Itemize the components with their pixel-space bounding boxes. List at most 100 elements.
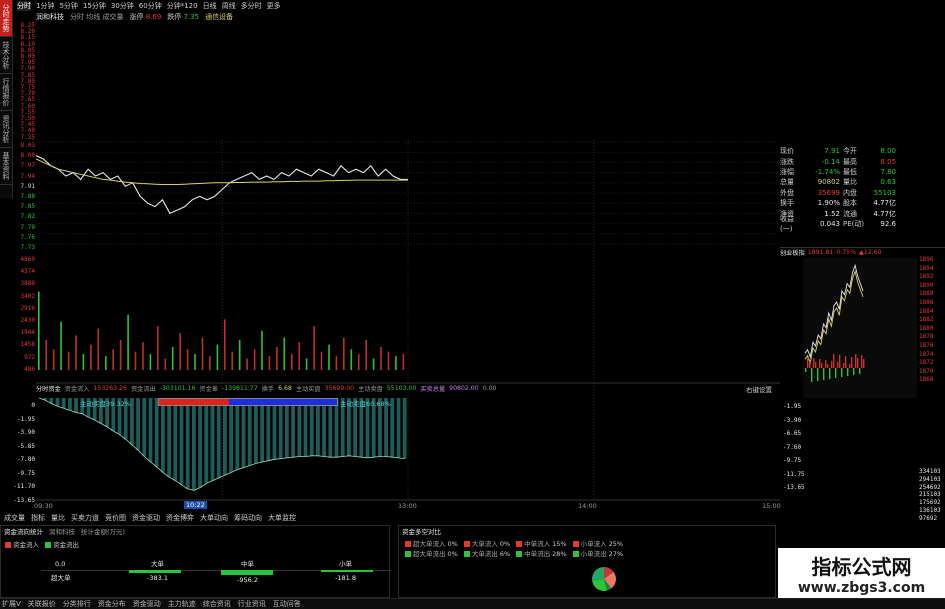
- tab-daily[interactable]: 日线: [203, 1, 217, 11]
- flow-diff-value: -139811.77: [221, 385, 258, 392]
- tab-60min[interactable]: 60分钟: [139, 1, 162, 11]
- flow-bar: [167, 398, 171, 478]
- footer-tab[interactable]: 扩展V: [2, 599, 21, 609]
- tab-15min[interactable]: 15分钟: [83, 1, 106, 11]
- indicator-tab[interactable]: 买卖力道: [71, 513, 99, 523]
- flow-out-value: -303101.16: [159, 385, 196, 392]
- tab-5min[interactable]: 5分钟: [59, 1, 77, 11]
- quote-key-2: 股本: [843, 199, 857, 208]
- bar-medium: [221, 570, 273, 575]
- indicator-tab[interactable]: 资金驱动: [132, 513, 160, 523]
- legend-swatch: [516, 541, 523, 547]
- group-large: 大单: [151, 560, 164, 568]
- axis-tick-label: 7.97: [20, 162, 35, 170]
- total-volume-label: 买卖总量: [420, 386, 446, 393]
- index-volume-bar: [837, 362, 839, 368]
- index-volume-bar: [819, 359, 821, 368]
- footer-tabs: 扩展V 关联报价 分类排行 资金分布 资金驱动 主力轨迹 综合资讯 行业资讯 互动问答: [0, 598, 945, 609]
- side-tab-technical[interactable]: 技术分析: [0, 37, 12, 74]
- footer-tab[interactable]: 资金驱动: [133, 599, 161, 609]
- side-tab-intraday[interactable]: 分时走势: [0, 0, 12, 37]
- axis-tick-label: 7.85: [20, 203, 35, 211]
- index-volume-bar: [813, 358, 815, 368]
- axis-tick-label: -7.60: [783, 443, 802, 451]
- flow-bar: [216, 398, 221, 478]
- footer-tab[interactable]: 行业资讯: [238, 599, 266, 609]
- legend-outflow: 资金流出: [45, 539, 79, 549]
- limit-down-value: 7.35: [183, 13, 200, 21]
- footer-tab[interactable]: 关联报价: [28, 599, 56, 609]
- flow-in-value: 153263.26: [93, 385, 127, 392]
- right-click-settings[interactable]: 右键设置: [746, 384, 772, 394]
- flow-stats-title: 资金流向统计: [4, 527, 43, 536]
- axis-tick-label: 972: [24, 353, 35, 361]
- side-tab-news[interactable]: 资讯分析: [0, 111, 12, 148]
- quote-value-2: 55103: [873, 188, 896, 197]
- flow-bar: [204, 398, 209, 484]
- indicator-tab[interactable]: 筹码动向: [234, 513, 262, 523]
- volume-bar: [149, 353, 152, 370]
- volume-bar: [395, 356, 397, 370]
- group-super-large: 超大单: [51, 574, 71, 582]
- tab-multi-intraday[interactable]: 多分时: [241, 1, 262, 11]
- index-volume-bar: [821, 363, 823, 368]
- tab-120min[interactable]: 分钟*120: [167, 1, 198, 11]
- legend-item: 中单流出 28%: [516, 548, 567, 558]
- footer-tab[interactable]: 综合资讯: [203, 599, 231, 609]
- active-buy-value: 35699.00: [324, 385, 355, 392]
- axis-tick-label: -11.70: [13, 483, 35, 490]
- left-side-tabs: 分时走势 技术分析 行情报价 资讯分析 基本资料: [0, 0, 13, 198]
- quote-key: 换手: [780, 199, 794, 208]
- flow-diff-label: 资金差: [199, 386, 218, 393]
- flow-stats-stock[interactable]: 润和科技: [49, 526, 75, 536]
- axis-tick-label: 8.00: [20, 152, 35, 160]
- quote-value-2: 7.80: [880, 167, 896, 176]
- side-tab-fundamentals[interactable]: 基本资料: [0, 148, 12, 185]
- volume-bar: [82, 353, 85, 370]
- indicator-tab[interactable]: 量比: [51, 513, 65, 523]
- axis-tick-label: -3.90: [783, 416, 802, 424]
- tab-1min[interactable]: 1分钟: [36, 1, 54, 11]
- footer-tab[interactable]: 分类排行: [63, 599, 91, 609]
- flow-stats-unit[interactable]: 统计金额(万元): [81, 526, 125, 536]
- volume-bar: [291, 353, 293, 370]
- pie-slice: [591, 567, 604, 581]
- tab-intraday[interactable]: 分时: [17, 1, 31, 11]
- volume-bar: [157, 326, 159, 370]
- indicator-tab[interactable]: 大单动向: [200, 513, 228, 523]
- footer-tab[interactable]: 资金分布: [98, 599, 126, 609]
- quote-key-2: 最低: [843, 167, 857, 176]
- flow-bar: [278, 398, 283, 459]
- volume-bar: [283, 337, 286, 370]
- volume-bar: [134, 351, 137, 370]
- tab-30min[interactable]: 30分钟: [111, 1, 134, 11]
- indicator-tabs: 成交量 指标 量比 买卖力道 竞价图 资金驱动 资金博弈 大单动向 筹码动向 大单监控: [0, 512, 296, 523]
- bull-bear-title: 资金多空对比: [402, 528, 441, 536]
- volume-bar: [253, 349, 256, 370]
- volume-bar: [357, 353, 360, 370]
- total-volume-value: 90802.00: [449, 385, 479, 392]
- indicator-tab[interactable]: 指标: [31, 513, 45, 523]
- indicator-tab[interactable]: 成交量: [4, 513, 25, 523]
- indicator-tab[interactable]: 竞价图: [105, 513, 126, 523]
- quote-value-2: 8.00: [880, 147, 896, 156]
- legend-item: 大单流入 0%: [463, 538, 510, 548]
- tab-weekly[interactable]: 周线: [222, 1, 236, 11]
- axis-tick-label: 1886: [919, 299, 934, 306]
- side-tab-quote[interactable]: 行情报价: [0, 74, 12, 111]
- volume-bar: [171, 347, 174, 370]
- group-medium: 中单: [241, 560, 254, 568]
- axis-tick-label: 215103: [919, 491, 941, 499]
- index-pct: 0.75%: [836, 249, 856, 256]
- index-value: 1891.81: [807, 249, 834, 256]
- indicator-tab[interactable]: 大单监控: [268, 513, 296, 523]
- footer-tab[interactable]: 主力轨迹: [168, 599, 196, 609]
- limit-up-value: 8.69: [145, 13, 162, 21]
- footer-tab[interactable]: 互动问答: [273, 599, 301, 609]
- tab-more[interactable]: 更多: [267, 1, 281, 11]
- indicator-tab[interactable]: 资金博弈: [166, 513, 194, 523]
- volume-bar: [216, 344, 219, 370]
- legend-value: 15%: [552, 540, 567, 548]
- quote-key-2: PE(动): [843, 219, 865, 228]
- volume-bar: [343, 337, 345, 370]
